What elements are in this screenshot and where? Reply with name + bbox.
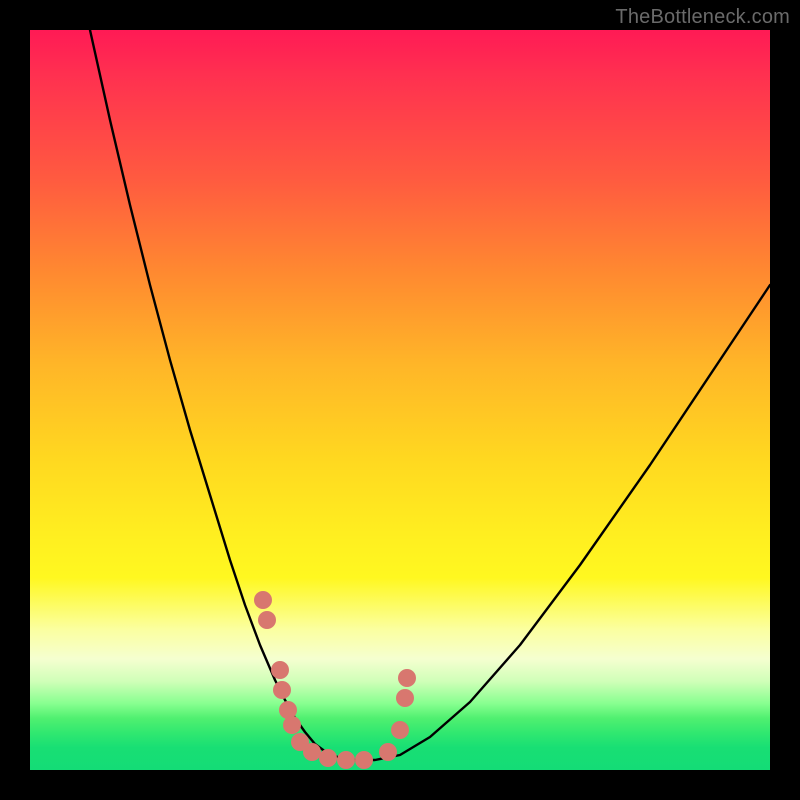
bottleneck-curve [90,30,770,760]
dot-right-upper-b [398,669,416,687]
dot-left-low-b [283,716,301,734]
dot-right-upper-a [396,689,414,707]
data-points-group [254,591,416,769]
dot-right-mid [391,721,409,739]
dot-bottom-b [303,743,321,761]
dot-left-upper-a [254,591,272,609]
dot-left-upper-b [258,611,276,629]
dot-right-low [379,743,397,761]
dot-bottom-d [337,751,355,769]
chart-frame [30,30,770,770]
dot-left-mid-b [273,681,291,699]
watermark-text: TheBottleneck.com [615,6,790,29]
dot-bottom-c [319,749,337,767]
dot-bottom-e [355,751,373,769]
bottleneck-plot [30,30,770,770]
dot-left-mid-a [271,661,289,679]
